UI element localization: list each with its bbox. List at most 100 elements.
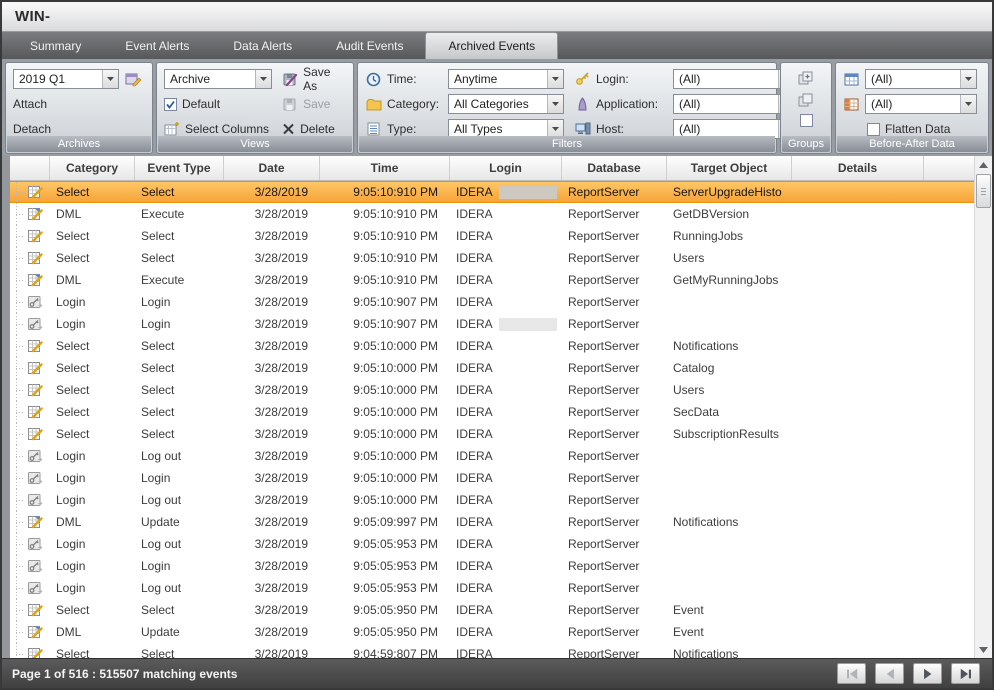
- event-type-cell: Update: [135, 511, 224, 533]
- date-cell: 3/28/2019: [224, 225, 320, 247]
- date-cell: 3/28/2019: [224, 621, 320, 643]
- database-cell: ReportServer: [562, 599, 667, 621]
- table-row[interactable]: Select Select 3/28/2019 9:05:10:000 PM I…: [10, 401, 974, 423]
- table-row[interactable]: DML Update 3/28/2019 9:05:09:997 PM IDER…: [10, 511, 974, 533]
- column-header[interactable]: Date: [224, 156, 320, 180]
- column-header[interactable]: Event Type: [135, 156, 224, 180]
- login-cell: IDERA: [450, 225, 562, 247]
- save-as-button[interactable]: Save As: [303, 65, 346, 93]
- scroll-down-button[interactable]: [975, 641, 992, 658]
- time-cell: 9:05:10:910 PM: [320, 269, 450, 291]
- row-filler: [924, 203, 974, 225]
- table-row[interactable]: Select Select 3/28/2019 9:05:10:000 PM I…: [10, 335, 974, 357]
- table-row[interactable]: DML Execute 3/28/2019 9:05:10:910 PM IDE…: [10, 269, 974, 291]
- tab-audit-events[interactable]: Audit Events: [314, 32, 425, 59]
- event-category-icon: [24, 423, 50, 445]
- delete-view-button[interactable]: Delete: [300, 122, 335, 136]
- tab-event-alerts[interactable]: Event Alerts: [103, 32, 211, 59]
- column-header[interactable]: Time: [320, 156, 450, 180]
- table-row[interactable]: Select Select 3/28/2019 9:05:05:950 PM I…: [10, 599, 974, 621]
- collapse-groups-button[interactable]: [797, 92, 815, 109]
- event-category-icon: [24, 577, 50, 599]
- chevron-down-icon[interactable]: [547, 95, 563, 113]
- scrollbar-thumb[interactable]: [976, 174, 991, 208]
- table-row[interactable]: Login Login 3/28/2019 9:05:10:907 PM IDE…: [10, 291, 974, 313]
- scroll-up-button[interactable]: [975, 156, 992, 173]
- table-row[interactable]: Select Select 3/28/2019 9:05:10:000 PM I…: [10, 357, 974, 379]
- column-header[interactable]: Details: [792, 156, 924, 180]
- table-row[interactable]: Login Login 3/28/2019 9:05:10:000 PM IDE…: [10, 467, 974, 489]
- column-header[interactable]: Target Object: [667, 156, 792, 180]
- table-row[interactable]: Login Login 3/28/2019 9:05:05:953 PM IDE…: [10, 555, 974, 577]
- flatten-data-checkbox[interactable]: [867, 123, 880, 136]
- chevron-down-icon[interactable]: [960, 70, 976, 88]
- table-row[interactable]: Select Select 3/28/2019 9:05:10:910 PM I…: [10, 181, 974, 203]
- event-type-cell: Update: [135, 621, 224, 643]
- groups-checkbox[interactable]: [800, 114, 813, 127]
- tab-data-alerts[interactable]: Data Alerts: [211, 32, 314, 59]
- column-header[interactable]: Category: [50, 156, 135, 180]
- vertical-scrollbar[interactable]: [974, 156, 992, 658]
- attach-button[interactable]: Attach: [13, 97, 47, 111]
- table-row[interactable]: Login Log out 3/28/2019 9:05:10:000 PM I…: [10, 489, 974, 511]
- column-header[interactable]: Database: [562, 156, 667, 180]
- group-groups: Groups: [780, 62, 832, 154]
- table-row[interactable]: Select Select 3/28/2019 9:05:10:000 PM I…: [10, 379, 974, 401]
- database-cell: ReportServer: [562, 401, 667, 423]
- first-page-button[interactable]: [837, 663, 866, 684]
- archive-select[interactable]: 2019 Q1: [13, 69, 119, 89]
- grid-pencil-icon: [28, 251, 43, 265]
- chevron-down-icon[interactable]: [255, 70, 271, 88]
- chevron-down-icon[interactable]: [960, 95, 976, 113]
- table-row[interactable]: Select Select 3/28/2019 9:05:10:000 PM I…: [10, 423, 974, 445]
- login-cell: IDERA: [450, 291, 562, 313]
- last-page-button[interactable]: [951, 663, 980, 684]
- default-view-checkbox[interactable]: [164, 98, 177, 111]
- login-cell: IDERA: [450, 489, 562, 511]
- before-data-select[interactable]: (All): [865, 69, 977, 89]
- chevron-down-icon[interactable]: [102, 70, 118, 88]
- chevron-down-icon[interactable]: [547, 70, 563, 88]
- table-row[interactable]: DML Execute 3/28/2019 9:05:10:910 PM IDE…: [10, 203, 974, 225]
- after-data-select[interactable]: (All): [865, 94, 977, 114]
- table-row[interactable]: Login Login 3/28/2019 9:05:10:907 PM IDE…: [10, 313, 974, 335]
- table-row[interactable]: Login Log out 3/28/2019 9:05:10:000 PM I…: [10, 445, 974, 467]
- clock-icon: [365, 72, 382, 87]
- table-row[interactable]: Select Select 3/28/2019 9:05:10:910 PM I…: [10, 247, 974, 269]
- date-cell: 3/28/2019: [224, 182, 320, 202]
- archive-properties-button[interactable]: [124, 71, 142, 87]
- grid-pencil-icon: [28, 229, 43, 243]
- redacted-login-text: [499, 318, 557, 331]
- database-cell: ReportServer: [562, 467, 667, 489]
- select-columns-button[interactable]: Select Columns: [185, 122, 269, 136]
- event-type-cell: Select: [135, 599, 224, 621]
- grid-pencil-icon: [28, 427, 43, 441]
- expand-groups-button[interactable]: [797, 70, 815, 87]
- target-object-cell: Notifications: [667, 643, 792, 658]
- target-object-cell: GetMyRunningJobs: [667, 269, 792, 291]
- time-cell: 9:05:05:950 PM: [320, 621, 450, 643]
- previous-page-button[interactable]: [875, 663, 904, 684]
- table-row[interactable]: Select Select 3/28/2019 9:05:10:910 PM I…: [10, 225, 974, 247]
- table-row[interactable]: Select Select 3/28/2019 9:04:59:807 PM I…: [10, 643, 974, 658]
- tab-summary[interactable]: Summary: [8, 32, 103, 59]
- column-header[interactable]: Login: [450, 156, 562, 180]
- event-category-icon: [24, 225, 50, 247]
- table-row[interactable]: DML Update 3/28/2019 9:05:05:950 PM IDER…: [10, 621, 974, 643]
- detach-button[interactable]: Detach: [13, 122, 51, 136]
- time-filter-select[interactable]: Anytime: [448, 69, 564, 89]
- next-page-button[interactable]: [913, 663, 942, 684]
- login-filter-select[interactable]: (All): [673, 69, 795, 89]
- view-select[interactable]: Archive: [164, 69, 272, 89]
- tab-archived-events[interactable]: Archived Events: [425, 32, 558, 59]
- application-filter-select[interactable]: (All): [673, 94, 795, 114]
- login-cell: IDERA: [450, 533, 562, 555]
- left-edge-strip: [2, 156, 10, 658]
- table-row[interactable]: Login Log out 3/28/2019 9:05:05:953 PM I…: [10, 577, 974, 599]
- scrollbar-track[interactable]: [975, 209, 992, 641]
- category-filter-select[interactable]: All Categories: [448, 94, 564, 114]
- table-row[interactable]: Login Log out 3/28/2019 9:05:05:953 PM I…: [10, 533, 974, 555]
- row-filler: [924, 643, 974, 658]
- save-button[interactable]: Save: [303, 97, 330, 111]
- event-type-cell: Select: [135, 643, 224, 658]
